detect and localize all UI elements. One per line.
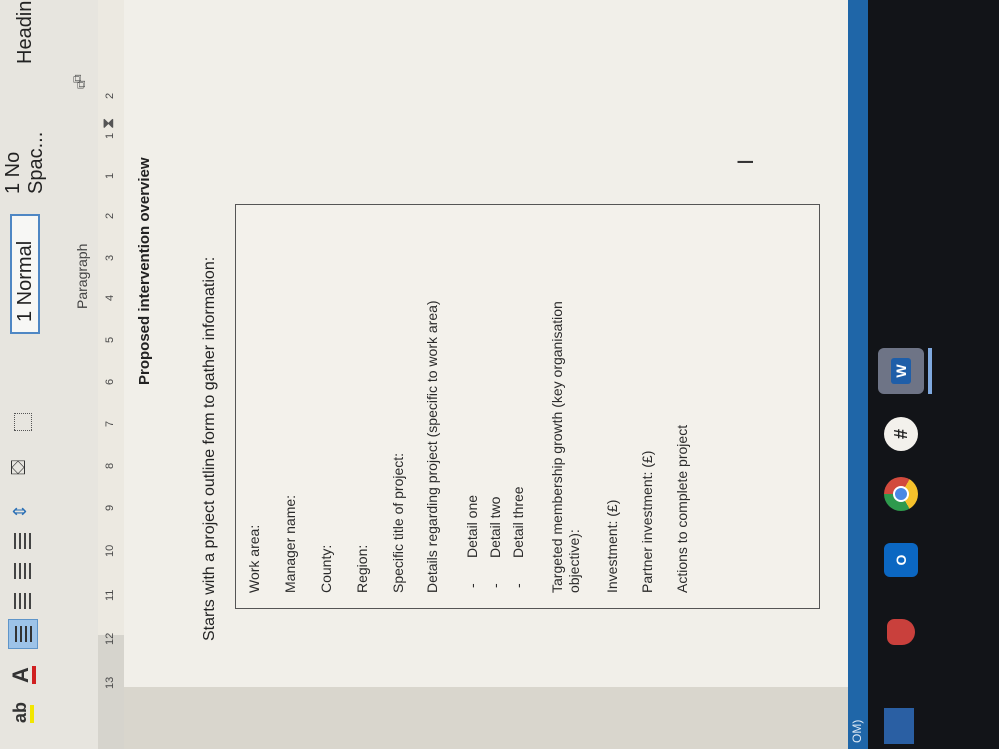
text-cursor-icon: I bbox=[733, 158, 758, 165]
ruler-mark: 3 bbox=[104, 254, 116, 261]
justify-icon bbox=[14, 533, 16, 549]
form-detail-item: Detail two bbox=[487, 496, 503, 558]
form-manager-name: Manager name: bbox=[282, 494, 298, 593]
font-color-icon: A bbox=[8, 667, 33, 683]
form-targeted-line2: objective): bbox=[566, 529, 582, 593]
ruler-mark: 5 bbox=[104, 336, 116, 343]
font-color-button[interactable]: A bbox=[8, 661, 38, 689]
borders-button[interactable] bbox=[8, 401, 38, 437]
align-left-button[interactable] bbox=[8, 619, 38, 649]
word-window: ab A ⇕ ⛋ 1 Normal 1 No Spac... Heading ⧉… bbox=[0, 0, 999, 749]
ruler-mark: 6 bbox=[104, 378, 116, 385]
document-title: Proposed intervention overview bbox=[136, 157, 153, 385]
form-actions: Actions to complete project bbox=[674, 424, 690, 593]
ribbon: ab A ⇕ ⛋ 1 Normal 1 No Spac... Heading ⧉… bbox=[0, 0, 98, 749]
document-intro: Starts with a project outline form to ga… bbox=[201, 256, 218, 641]
form-county: County: bbox=[318, 544, 334, 593]
style-heading[interactable]: Heading bbox=[10, 0, 40, 74]
highlighter-icon: ab bbox=[10, 701, 30, 723]
style-normal-label: 1 Normal bbox=[13, 240, 36, 322]
line-spacing-button[interactable]: ⇕ bbox=[8, 487, 38, 523]
horizontal-ruler[interactable]: 2 1 1 2 3 4 5 6 7 8 9 10 11 12 13 ⧗ bbox=[98, 0, 125, 749]
project-outline-form[interactable]: Work area: Manager name: County: Region:… bbox=[235, 204, 820, 609]
ruler-mark: 11 bbox=[104, 589, 116, 601]
ruler-mark: 8 bbox=[104, 462, 116, 469]
shading-button[interactable]: ⛋ bbox=[8, 443, 38, 479]
form-region: Region: bbox=[354, 544, 370, 593]
style-normal[interactable]: 1 Normal bbox=[10, 214, 40, 334]
form-targeted-line1: Targeted membership growth (key organisa… bbox=[549, 301, 565, 593]
align-right-icon bbox=[14, 563, 16, 579]
form-specific-title: Specific title of project: bbox=[390, 452, 406, 593]
form-work-area: Work area: bbox=[246, 524, 262, 593]
paragraph-group-launcher-icon[interactable]: ⧉ bbox=[74, 80, 89, 89]
form-partner-investment: Partner investment: (£) bbox=[639, 450, 655, 593]
mail-icon[interactable] bbox=[884, 708, 914, 744]
form-detail-item: Detail one bbox=[464, 494, 480, 558]
ruler-mark: 2 bbox=[104, 92, 116, 99]
ruler-mark: 10 bbox=[104, 544, 116, 557]
word-icon[interactable]: W bbox=[878, 348, 924, 394]
bullet-icon: - bbox=[510, 583, 526, 588]
status-bar: OM) bbox=[848, 0, 870, 749]
status-label: OM) bbox=[850, 719, 864, 743]
ruler-mark: 13 bbox=[104, 676, 116, 689]
ruler-mark: 12 bbox=[104, 632, 116, 645]
bullet-icon: - bbox=[487, 583, 503, 588]
ruler-mark: 2 bbox=[104, 212, 116, 219]
align-left-icon bbox=[15, 626, 17, 642]
paint-bucket-icon: ⛋ bbox=[8, 459, 30, 475]
form-investment: Investment: (£) bbox=[604, 499, 620, 593]
ruler-mark: 1 bbox=[104, 172, 116, 179]
ruler-mark: 9 bbox=[104, 504, 116, 511]
style-heading-label: Heading bbox=[13, 0, 36, 64]
align-center-button[interactable] bbox=[8, 587, 38, 615]
highlight-color-button[interactable]: ab bbox=[8, 701, 38, 729]
bullet-icon: - bbox=[464, 583, 480, 588]
justify-button[interactable] bbox=[8, 527, 38, 555]
ruler-mark: 1 bbox=[104, 132, 116, 139]
taskbar: O # W bbox=[868, 0, 999, 749]
align-right-button[interactable] bbox=[8, 557, 38, 585]
indent-marker-icon[interactable]: ⧗ bbox=[100, 118, 118, 129]
ruler-mark: 7 bbox=[104, 420, 116, 427]
style-no-spacing-label: 1 No Spac... bbox=[2, 131, 47, 194]
active-window-indicator bbox=[928, 348, 932, 394]
paragraph-group-label: Paragraph bbox=[74, 243, 90, 309]
slack-icon[interactable]: # bbox=[884, 417, 918, 451]
style-no-spacing[interactable]: 1 No Spac... bbox=[2, 76, 47, 204]
outlook-icon[interactable]: O bbox=[884, 543, 918, 577]
security-icon[interactable] bbox=[884, 615, 918, 649]
borders-icon bbox=[14, 413, 32, 431]
ruler-mark: 4 bbox=[104, 294, 116, 301]
form-details-heading: Details regarding project (specific to w… bbox=[424, 300, 440, 593]
chrome-icon[interactable] bbox=[884, 477, 918, 511]
form-detail-item: Detail three bbox=[510, 486, 526, 558]
align-center-icon bbox=[14, 593, 16, 609]
line-spacing-icon: ⇕ bbox=[10, 503, 30, 519]
